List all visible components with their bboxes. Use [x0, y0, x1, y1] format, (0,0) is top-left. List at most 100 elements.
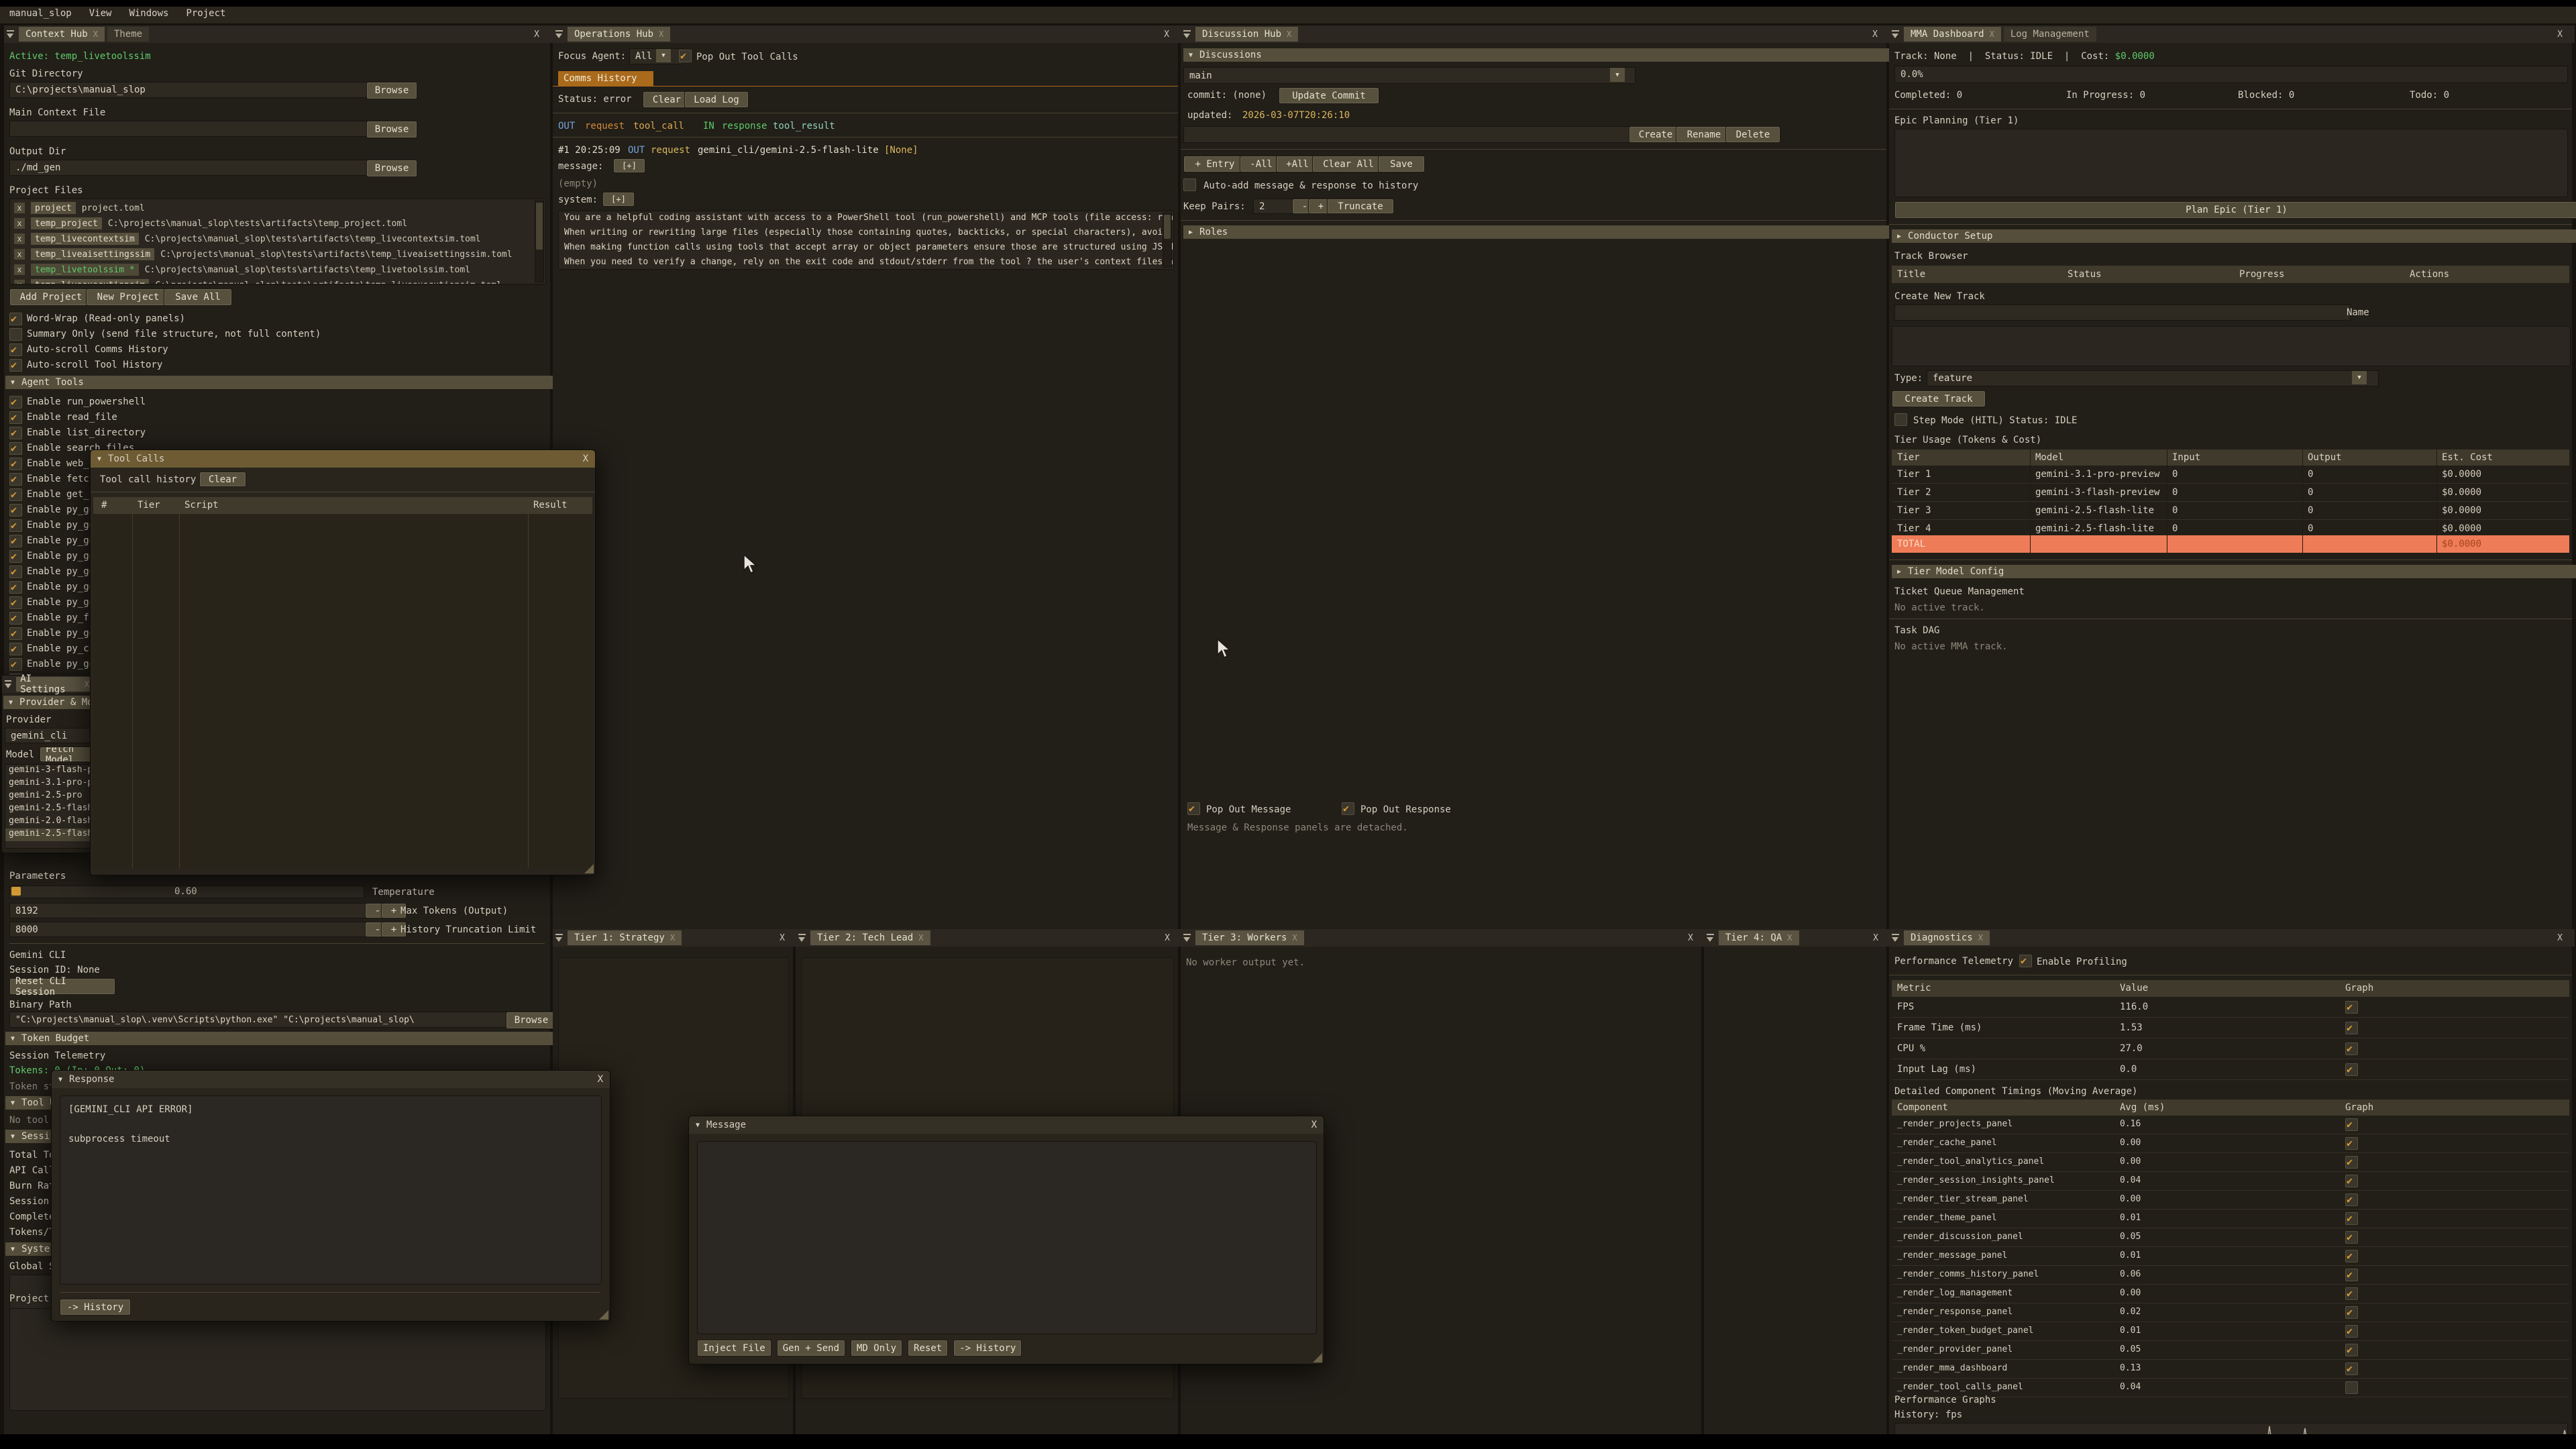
window-close-icon[interactable]: X [583, 452, 588, 466]
tool-checkbox[interactable] [9, 427, 22, 439]
message-action-button[interactable]: -> History [953, 1340, 1022, 1356]
model-option[interactable]: gemini-2.5-pro [5, 790, 90, 803]
dock-options-icon[interactable] [1182, 29, 1193, 40]
tool-checkbox[interactable] [9, 488, 22, 501]
reset-cli-session-button[interactable]: Reset CLI Session [9, 978, 115, 995]
plan-epic-button[interactable]: Plan Epic (Tier 1) [1894, 201, 2576, 219]
roles-header[interactable]: ▶ Roles [1183, 225, 1894, 239]
main-context-browse-button[interactable]: Browse [366, 121, 417, 138]
tab-tier1-strategy[interactable]: Tier 1: StrategyX [568, 930, 682, 945]
token-budget-header[interactable]: ▼ Token Budget [5, 1032, 558, 1045]
component-graph-checkbox[interactable] [2345, 1118, 2358, 1131]
model-option[interactable]: gemini-3-flash-pr [5, 765, 90, 777]
file-list-scrollbar[interactable] [535, 201, 544, 282]
message-action-button[interactable]: MD Only [851, 1340, 902, 1356]
response-window[interactable]: ▼ Response X [GEMINI_CLI API ERROR] subp… [51, 1070, 610, 1322]
project-file-row[interactable]: x temp_liveaisettingssim C:\projects\man… [14, 248, 546, 261]
tier-row[interactable]: Tier 3 gemini-2.5-flash-lite 0 0 $0.0000 [1892, 502, 2569, 520]
tier-model-config-header[interactable]: ▶ Tier Model Config [1892, 565, 2576, 578]
project-file-row[interactable]: x project project.toml [14, 201, 546, 215]
dock-options-icon[interactable] [3, 679, 13, 690]
remove-file-button[interactable]: x [14, 249, 25, 260]
collapse-icon[interactable]: ▼ [696, 1122, 700, 1129]
tab-context-hub[interactable]: Context HubX [19, 27, 105, 42]
collapse-icon[interactable]: ▼ [58, 1076, 62, 1083]
tab-mma-dashboard[interactable]: MMA DashboardX [1904, 27, 2001, 42]
component-graph-checkbox[interactable] [2345, 1381, 2358, 1394]
tab-close-icon[interactable]: X [93, 30, 98, 39]
chevron-down-icon[interactable]: ▼ [656, 49, 671, 62]
tool-checkbox[interactable] [9, 535, 22, 547]
tool-history-clear-button[interactable]: Clear [199, 472, 246, 487]
dock-options-icon[interactable] [5, 29, 16, 40]
create-discussion-button[interactable]: Create [1629, 126, 1682, 143]
delete-discussion-button[interactable]: Delete [1725, 126, 1780, 143]
agent-tools-header[interactable]: ▼ Agent Tools [5, 376, 558, 389]
system-box-scrollbar[interactable] [1163, 213, 1172, 268]
window-close-icon[interactable]: X [598, 1073, 603, 1086]
metric-graph-checkbox[interactable] [2345, 1063, 2358, 1076]
chevron-down-icon[interactable]: ▼ [1610, 68, 1625, 82]
response-text-box[interactable]: [GEMINI_CLI API ERROR] subprocess timeou… [60, 1095, 602, 1285]
tool-checkbox[interactable] [9, 473, 22, 486]
enable-profiling-checkbox[interactable] [2019, 955, 2032, 967]
tab-operations-hub[interactable]: Operations HubX [568, 27, 670, 42]
tab-log-management[interactable]: Log Management [2004, 27, 2096, 42]
message-action-button[interactable]: Reset [908, 1340, 948, 1356]
dock-options-icon[interactable] [554, 932, 565, 943]
tab-diagnostics[interactable]: DiagnosticsX [1904, 930, 1990, 945]
binary-path-input[interactable]: "C:\projects\manual_slop\.venv\Scripts\p… [9, 1012, 511, 1028]
panel-close-icon[interactable]: X [2553, 931, 2567, 945]
panel-close-icon[interactable]: X [1160, 28, 1173, 41]
add-project-button[interactable]: Add Project [9, 288, 93, 306]
collapse-icon[interactable]: ▼ [97, 455, 101, 463]
create-track-button[interactable]: Create Track [1892, 390, 1986, 407]
tool-checkbox[interactable] [9, 442, 22, 455]
pop-out-response-checkbox[interactable] [1342, 802, 1354, 815]
message-expand-button[interactable]: [+] [613, 158, 645, 173]
metric-graph-checkbox[interactable] [2345, 1022, 2358, 1034]
tool-checkbox[interactable] [9, 643, 22, 655]
tab-close-icon[interactable]: X [1978, 933, 1983, 943]
response-to-history-button[interactable]: -> History [60, 1299, 131, 1316]
pop-out-message-checkbox[interactable] [1187, 802, 1200, 815]
track-type-select[interactable]: feature [1927, 370, 2379, 386]
tab-close-icon[interactable]: X [85, 680, 89, 689]
resize-grip[interactable] [599, 1310, 608, 1320]
message-titlebar[interactable]: ▼ Message X [689, 1116, 1324, 1134]
discussion-select[interactable]: main [1183, 67, 1635, 84]
add-entry-button[interactable]: + Entry [1183, 156, 1246, 172]
remove-file-button[interactable]: x [14, 280, 25, 284]
tab-close-icon[interactable]: X [1990, 30, 1994, 39]
tool-checkbox[interactable] [9, 519, 22, 532]
tool-checkbox[interactable] [9, 504, 22, 517]
project-file-row[interactable]: x temp_livetoolssim * C:\projects\manual… [14, 263, 546, 276]
message-action-button[interactable]: Inject File [697, 1340, 771, 1356]
save-all-button[interactable]: Save All [164, 288, 232, 306]
project-file-row[interactable]: x temp_project C:\projects\manual_slop\t… [14, 217, 546, 230]
tool-checkbox[interactable] [9, 596, 22, 609]
tab-tier4-qa[interactable]: Tier 4: QAX [1719, 930, 1799, 945]
tab-close-icon[interactable]: X [659, 30, 663, 39]
model-option[interactable]: gemini-2.5-flash [5, 803, 90, 816]
tool-checkbox[interactable] [9, 581, 22, 594]
tier-row[interactable]: Tier 2 gemini-3-flash-preview 0 0 $0.000… [1892, 484, 2569, 502]
git-browse-button[interactable]: Browse [366, 82, 417, 99]
panel-close-icon[interactable]: X [1684, 931, 1697, 945]
component-graph-checkbox[interactable] [2345, 1212, 2358, 1225]
model-listbox[interactable]: gemini-3-flash-prgemini-3.1-pro-prgemini… [5, 764, 91, 849]
menu-item[interactable]: View [89, 8, 112, 19]
remove-file-button[interactable]: x [14, 218, 25, 229]
tab-close-icon[interactable]: X [1787, 933, 1792, 943]
update-commit-button[interactable]: Update Commit [1279, 87, 1379, 104]
tier-row[interactable]: Tier 1 gemini-3.1-pro-preview 0 0 $0.000… [1892, 466, 2569, 484]
provider-model-header[interactable]: ▼ Provider & Mo [3, 696, 101, 709]
tool-checkbox[interactable] [9, 458, 22, 470]
git-directory-input[interactable]: C:\projects\manual_slop [9, 82, 370, 98]
track-description-textarea[interactable] [1892, 326, 2571, 366]
tab-close-icon[interactable]: X [1292, 933, 1297, 943]
conductor-setup-header[interactable]: ▶ Conductor Setup [1892, 229, 2576, 243]
file-name-badge[interactable]: temp_liveexecutionsim [31, 279, 149, 284]
temperature-slider[interactable]: 0.60 [9, 885, 364, 898]
tool-checkbox[interactable] [9, 411, 22, 424]
